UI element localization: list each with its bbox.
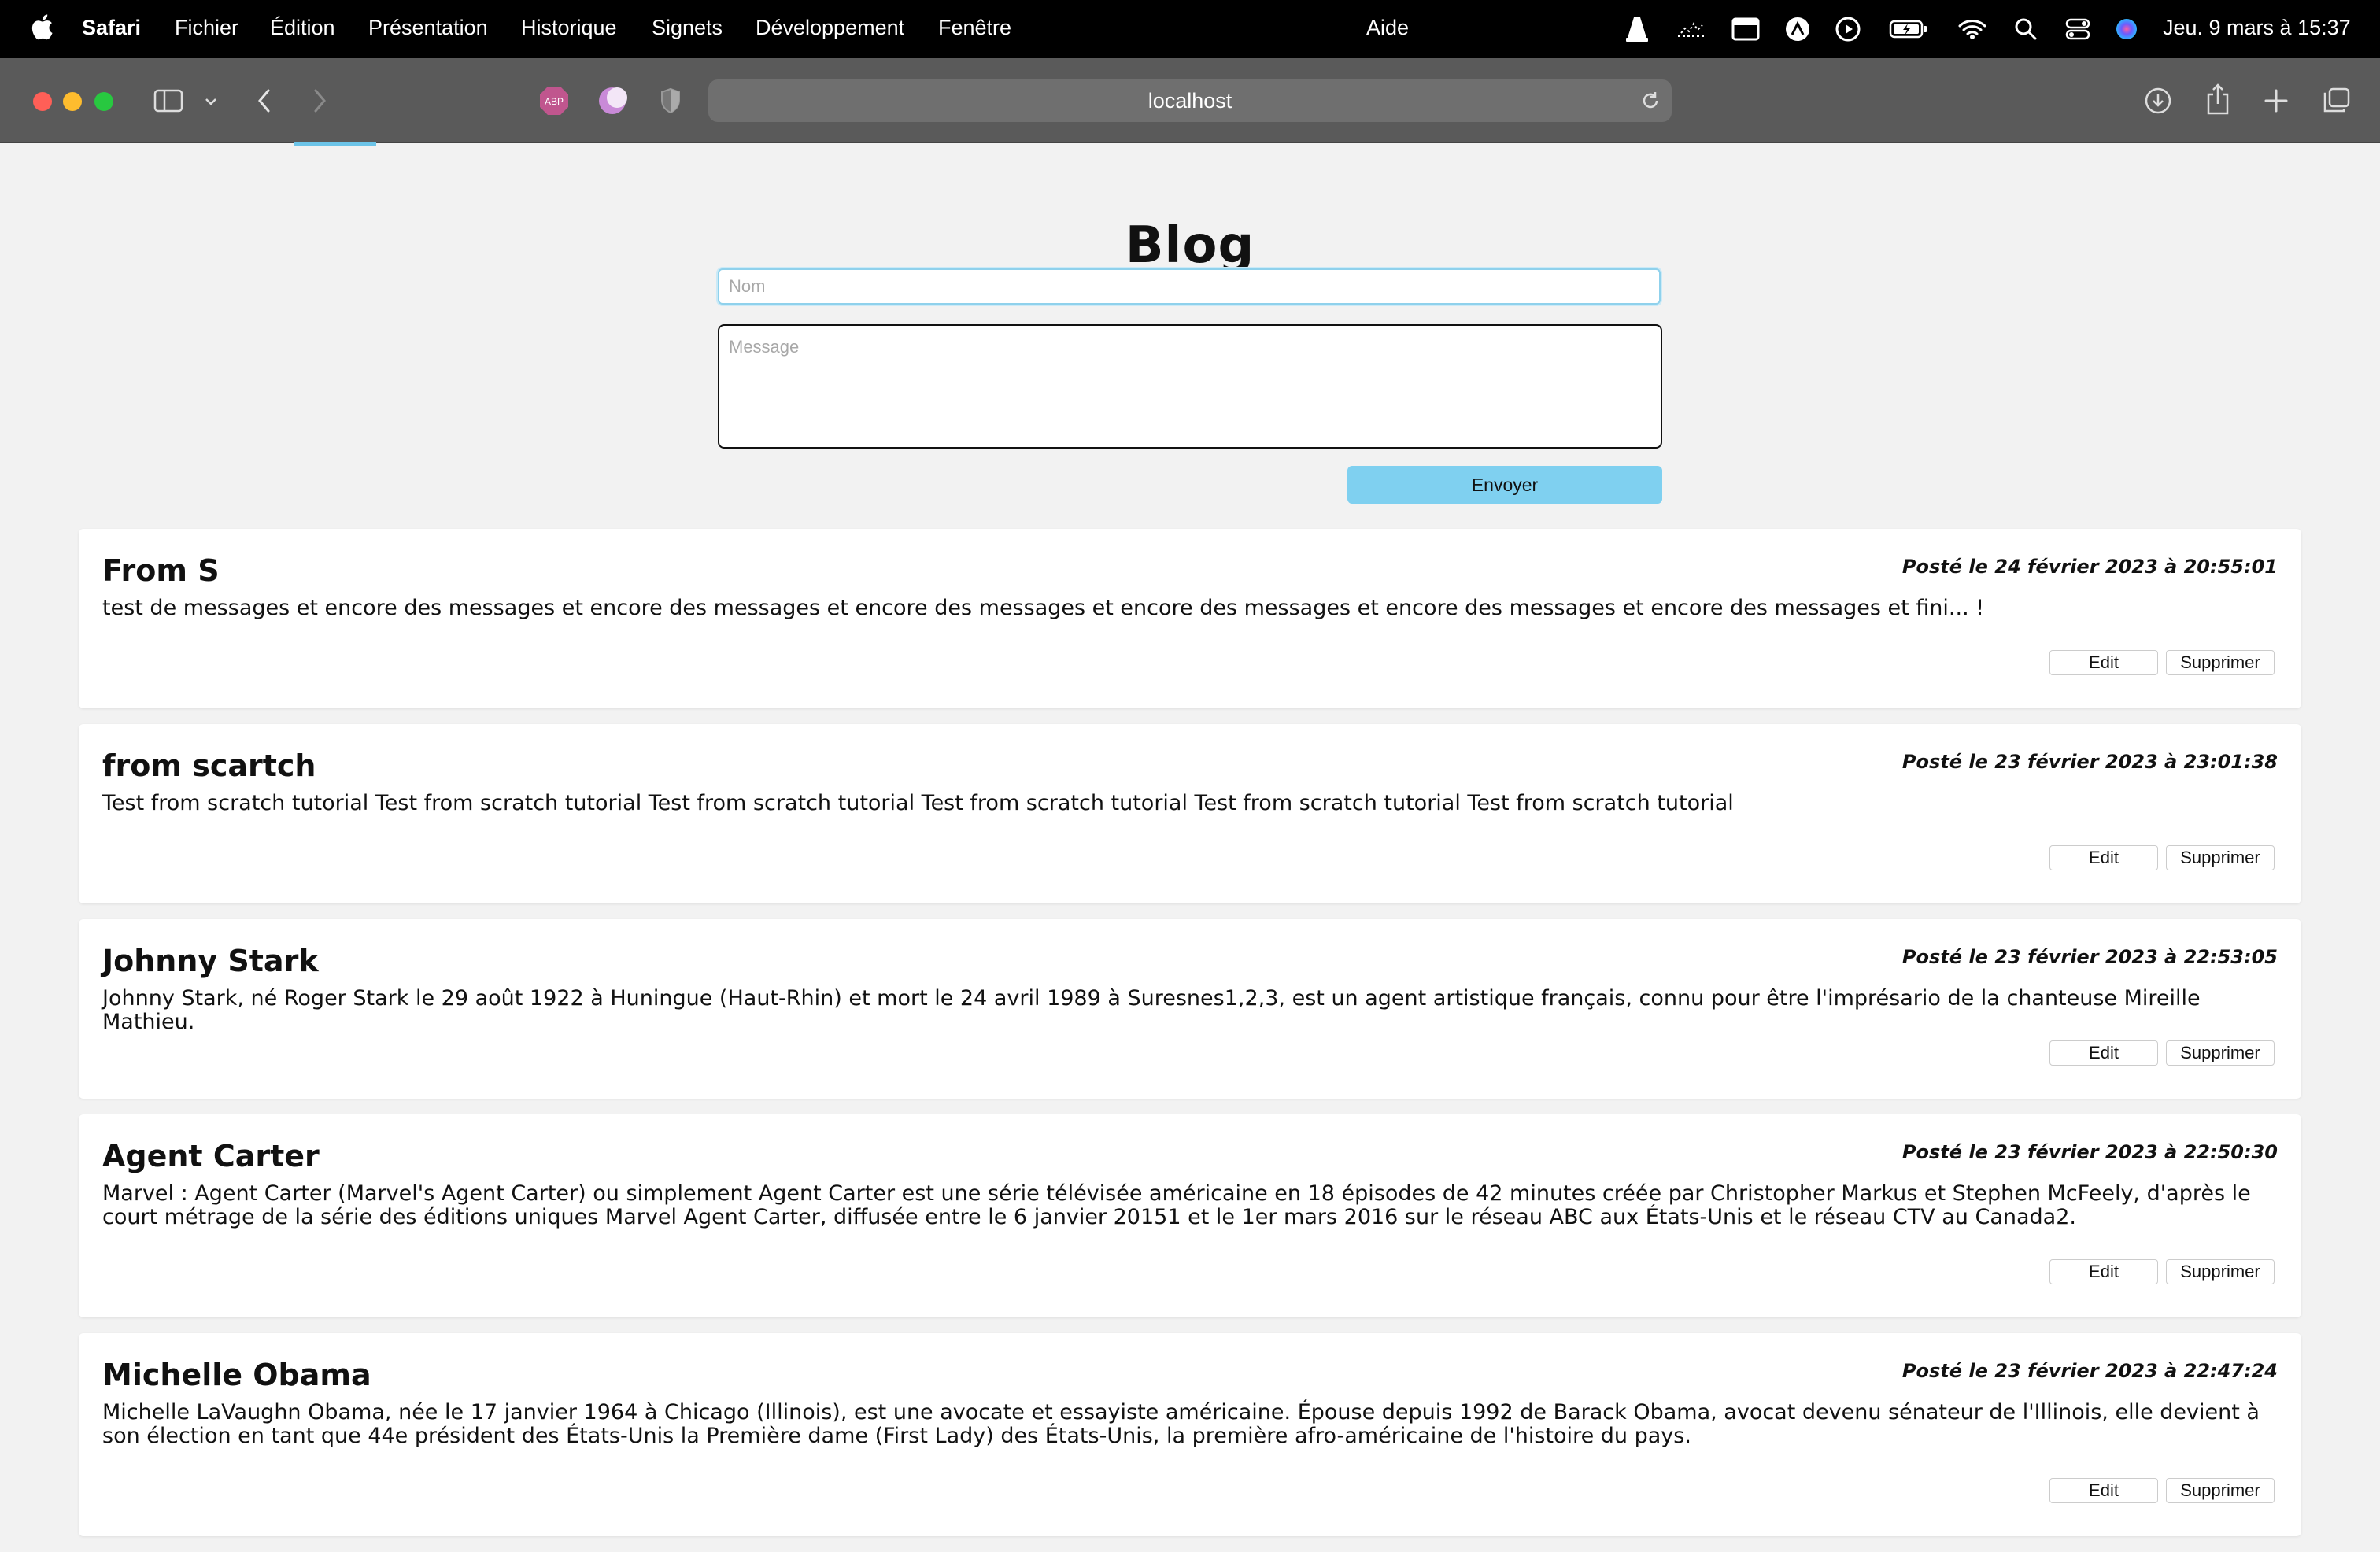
page-load-indicator	[294, 142, 376, 146]
menu-presentation[interactable]: Présentation	[368, 16, 488, 40]
delete-button[interactable]: Supprimer	[2166, 1040, 2275, 1066]
play-icon[interactable]	[1832, 14, 1864, 44]
edit-button[interactable]: Edit	[2049, 1259, 2158, 1284]
url-text[interactable]: localhost	[1148, 89, 1232, 113]
vpn-icon[interactable]	[1782, 14, 1813, 44]
downloads-icon[interactable]	[2142, 85, 2174, 116]
edit-button[interactable]: Edit	[2049, 845, 2158, 870]
menu-safari[interactable]: Safari	[82, 16, 141, 40]
menu-historique[interactable]: Historique	[521, 16, 617, 40]
tab-overview-icon[interactable]	[2320, 85, 2352, 116]
siri-icon[interactable]	[2111, 14, 2142, 44]
post-date: Posté le 23 février 2023 à 22:50:30	[1901, 1141, 2278, 1163]
apple-logo-icon[interactable]	[30, 11, 54, 42]
send-button[interactable]: Envoyer	[1347, 466, 1662, 504]
dark-mode-extension-icon[interactable]	[597, 85, 628, 116]
svg-text:ABP: ABP	[545, 96, 564, 107]
browser-toolbar: ABP localhost	[0, 58, 2380, 143]
post-actions: Edit Supprimer	[2049, 1040, 2275, 1066]
minimize-window-button[interactable]	[63, 92, 82, 111]
privacy-shield-icon[interactable]	[656, 87, 685, 115]
menu-fichier[interactable]: Fichier	[175, 16, 238, 40]
post-message: Michelle LaVaughn Obama, née le 17 janvi…	[102, 1400, 2260, 1448]
edit-button[interactable]: Edit	[2049, 1478, 2158, 1503]
post-message: Test from scratch tutorial Test from scr…	[102, 791, 1734, 815]
post-card: From S Posté le 24 février 2023 à 20:55:…	[79, 529, 2301, 708]
battery-icon[interactable]	[1889, 14, 1928, 44]
menu-edition[interactable]: Édition	[270, 16, 335, 40]
delete-button[interactable]: Supprimer	[2166, 845, 2275, 870]
post-date: Posté le 24 février 2023 à 20:55:01	[1901, 556, 2278, 578]
post-message: Marvel : Agent Carter (Marvel's Agent Ca…	[102, 1181, 2251, 1229]
delete-button[interactable]: Supprimer	[2166, 1259, 2275, 1284]
post-card: Johnny Stark Posté le 23 février 2023 à …	[79, 919, 2301, 1099]
post-actions: Edit Supprimer	[2049, 1478, 2275, 1503]
back-icon[interactable]	[250, 87, 279, 115]
menu-developpement[interactable]: Développement	[756, 16, 904, 40]
adblock-icon[interactable]: ABP	[538, 85, 570, 116]
close-window-button[interactable]	[33, 92, 52, 111]
post-actions: Edit Supprimer	[2049, 650, 2275, 675]
post-actions: Edit Supprimer	[2049, 845, 2275, 870]
reload-icon[interactable]	[1640, 91, 1661, 111]
delete-button[interactable]: Supprimer	[2166, 1478, 2275, 1503]
menu-bar: Safari Fichier Édition Présentation Hist…	[0, 0, 2380, 58]
activity-icon[interactable]	[1676, 14, 1708, 44]
sidebar-icon[interactable]	[153, 85, 184, 116]
post-list: From S Posté le 24 février 2023 à 20:55:…	[79, 529, 2301, 1552]
name-input[interactable]	[718, 268, 1661, 305]
post-message: Johnny Stark, né Roger Stark le 29 août …	[102, 986, 2201, 1034]
new-tab-icon[interactable]	[2260, 85, 2292, 116]
post-message: test de messages et encore des messages …	[102, 596, 1985, 620]
share-icon[interactable]	[2202, 82, 2234, 116]
edit-button[interactable]: Edit	[2049, 650, 2158, 675]
window-icon[interactable]	[1730, 14, 1761, 44]
message-input[interactable]	[718, 324, 1662, 449]
post-actions: Edit Supprimer	[2049, 1259, 2275, 1284]
clock[interactable]: Jeu. 9 mars à 15:37	[2163, 16, 2351, 40]
control-center-icon[interactable]	[2062, 14, 2094, 44]
address-bar[interactable]: localhost	[708, 79, 1672, 122]
forward-icon[interactable]	[305, 87, 334, 115]
post-card: from scartch Posté le 23 février 2023 à …	[79, 724, 2301, 903]
page-title: Blog	[1125, 216, 1255, 275]
delete-button[interactable]: Supprimer	[2166, 650, 2275, 675]
menu-signets[interactable]: Signets	[652, 16, 722, 40]
menu-aide[interactable]: Aide	[1366, 16, 1409, 40]
post-card: Michelle Obama Posté le 23 février 2023 …	[79, 1333, 2301, 1536]
menu-fenetre[interactable]: Fenêtre	[938, 16, 1011, 40]
chevron-down-icon[interactable]	[201, 90, 220, 113]
search-icon[interactable]	[2010, 14, 2042, 44]
wifi-icon[interactable]	[1957, 14, 1988, 44]
edit-button[interactable]: Edit	[2049, 1040, 2158, 1066]
zoom-window-button[interactable]	[94, 92, 113, 111]
post-card: Agent Carter Posté le 23 février 2023 à …	[79, 1114, 2301, 1317]
post-date: Posté le 23 février 2023 à 22:47:24	[1901, 1360, 2278, 1382]
post-date: Posté le 23 février 2023 à 23:01:38	[1901, 751, 2278, 773]
vlc-icon[interactable]	[1621, 14, 1653, 44]
post-date: Posté le 23 février 2023 à 22:53:05	[1901, 946, 2278, 968]
